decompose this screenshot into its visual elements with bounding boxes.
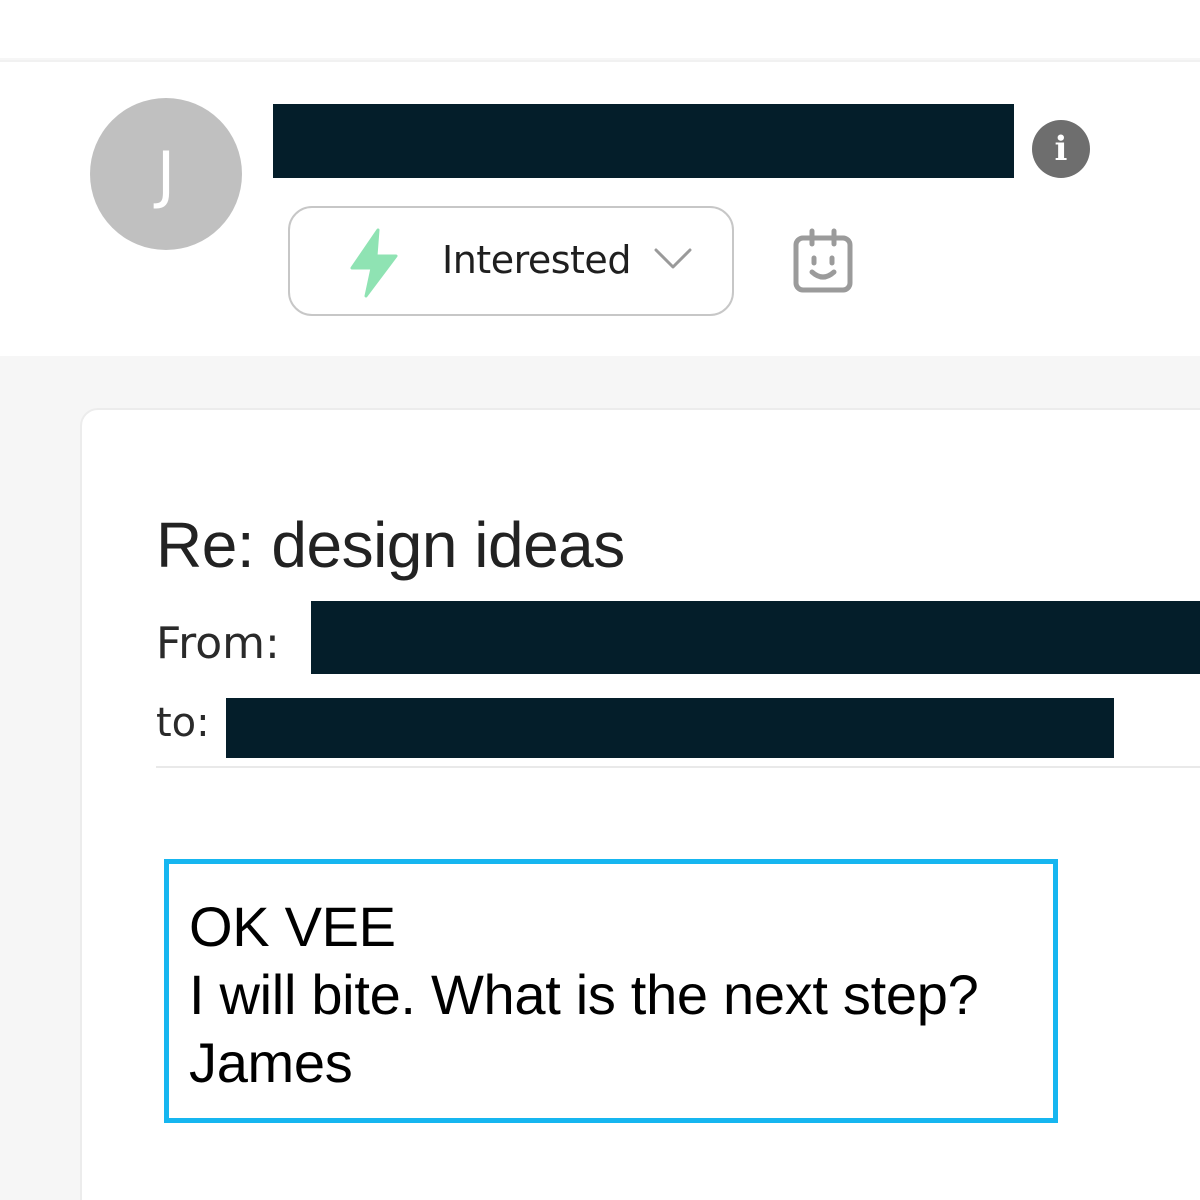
top-strip — [0, 0, 1200, 58]
lightning-bolt-icon — [350, 228, 398, 298]
from-label: From: — [156, 618, 280, 669]
header-divider — [156, 766, 1200, 768]
avatar: J — [90, 98, 242, 250]
calendar-icon[interactable] — [792, 228, 854, 294]
status-label: Interested — [442, 238, 631, 282]
info-icon[interactable]: i — [1032, 120, 1090, 178]
redacted-from-address — [311, 601, 1200, 674]
message-line: I will bite. What is the next step? — [189, 963, 979, 1026]
highlighted-message-body: OK VEE I will bite. What is the next ste… — [164, 859, 1058, 1123]
message-line: James — [189, 1031, 353, 1094]
avatar-initial: J — [156, 137, 176, 211]
redacted-contact-name — [273, 104, 1014, 178]
contact-header: J i Interested — [0, 60, 1200, 356]
status-dropdown[interactable]: Interested — [288, 206, 734, 316]
chevron-down-icon — [654, 248, 692, 269]
message-line: OK VEE — [189, 895, 396, 958]
email-subject: Re: design ideas — [156, 509, 625, 581]
redacted-to-address — [226, 698, 1114, 758]
to-label: to: — [156, 700, 210, 746]
